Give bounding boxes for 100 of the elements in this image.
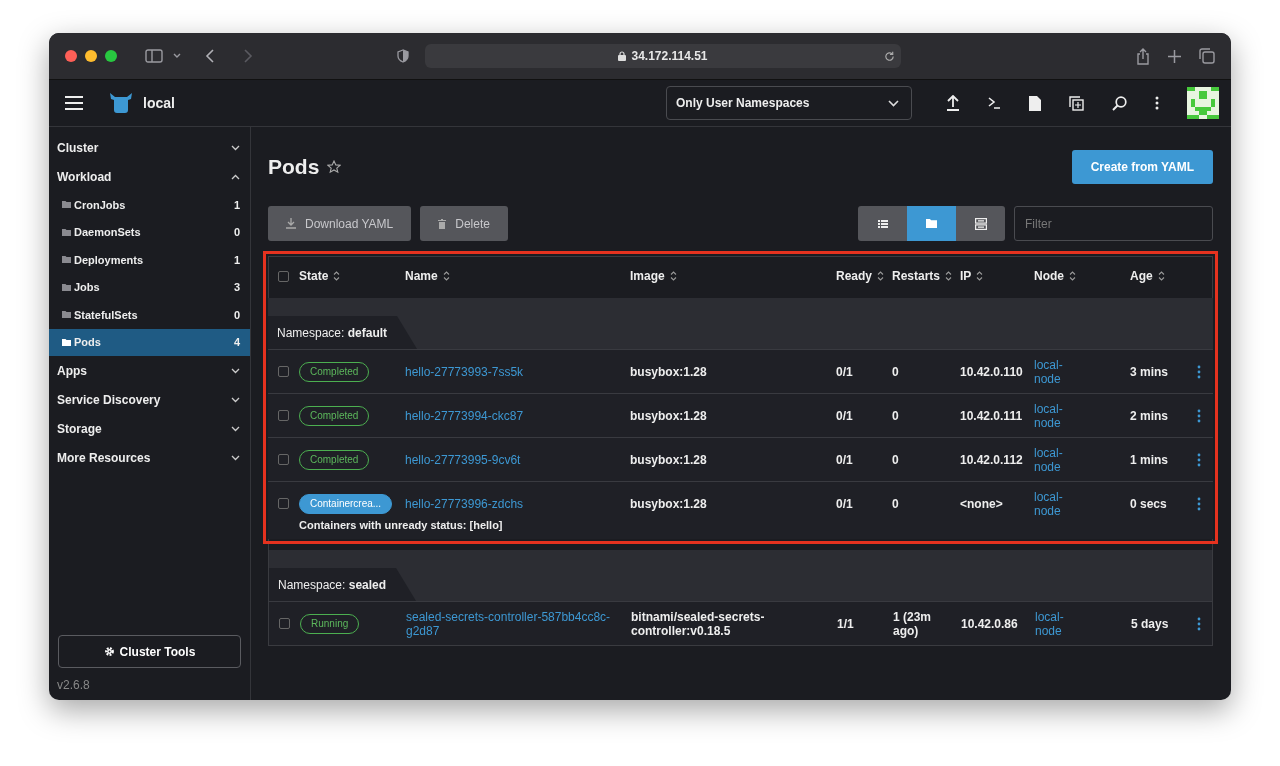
gear-icon [103,646,115,657]
terminal-icon[interactable] [988,97,1001,109]
search-icon[interactable] [1112,95,1127,111]
image-cell-text: busybox:1.28 [630,496,708,511]
state-badge: Containercrea... [299,493,393,514]
row-checkbox[interactable] [279,618,290,629]
column-header[interactable]: Ready [836,269,892,283]
column-header[interactable]: Image [630,269,836,283]
namespace-dropdown[interactable]: Only User Namespaces [666,86,912,120]
minimize-button[interactable] [85,50,97,62]
folder-icon [62,201,71,209]
ip-cell-text: 10.42.0.112 [960,452,1024,467]
pod-name-link[interactable]: hello-27773996-zdchs [405,496,524,511]
column-header[interactable]: Name [405,269,630,283]
trash-icon [438,218,447,229]
select-all-checkbox[interactable] [278,270,289,282]
node-link[interactable]: local-node [1034,445,1078,474]
folder-icon [62,311,71,319]
filter-field[interactable]: Filter [1014,206,1213,241]
sort-icon [442,271,450,281]
sidebar-item[interactable]: DaemonSets 0 [49,218,250,246]
pod-name-link[interactable]: sealed-secrets-controller-587bb4cc8c-g2d87 [406,609,623,638]
folder-icon [62,256,71,264]
shield-icon[interactable] [397,49,409,63]
ip-cell-text: 10.42.0.86 [961,616,1019,631]
cluster-tools-button[interactable]: Cluster Tools [58,635,241,668]
column-header[interactable]: IP [960,269,1034,283]
sidebar-group[interactable]: Storage [49,414,250,443]
star-icon[interactable] [327,160,342,174]
upload-icon[interactable] [946,95,960,111]
chevron-icon [231,367,240,374]
folder-view-button[interactable] [907,206,956,241]
chevron-icon [231,425,240,432]
sidebar-group[interactable]: Apps [49,356,250,385]
pod-name-link[interactable]: hello-27773993-7ss5k [405,364,524,379]
row-checkbox[interactable] [278,366,289,377]
page-title: Pods [268,155,320,179]
folder-icon [62,228,71,236]
reload-icon[interactable] [884,51,895,62]
sort-icon [669,271,677,281]
node-link[interactable]: local-node [1034,357,1078,386]
sidebar-item[interactable]: Pods 4 [49,328,250,356]
row-checkbox[interactable] [278,410,289,421]
download-yaml-button[interactable]: Download YAML [268,206,412,241]
column-header[interactable]: Node [1034,269,1130,283]
rows-view-button[interactable] [956,206,1005,241]
image-cell-text: busybox:1.28 [630,364,708,379]
list-view-button[interactable] [858,206,907,241]
ready-cell-text: 0/1 [836,452,854,467]
tabs-icon[interactable] [1199,48,1215,64]
row-checkbox[interactable] [278,498,289,509]
ready-cell-text: 1/1 [837,616,855,631]
node-link[interactable]: local-node [1034,401,1078,430]
back-icon[interactable] [205,49,215,63]
kebab-menu-icon[interactable] [1155,96,1159,110]
file-icon[interactable] [1029,95,1041,111]
chevron-icon [231,144,240,151]
rows-icon [974,217,987,230]
sidebar-item[interactable]: CronJobs 1 [49,191,250,219]
address-bar[interactable]: 34.172.114.51 [425,44,901,68]
column-header[interactable]: Restarts [892,269,960,283]
sidebar-group[interactable]: Service Discovery [49,385,250,414]
node-link[interactable]: local-node [1035,609,1079,638]
restarts-cell-text: 0 [892,452,900,467]
pod-name-link[interactable]: hello-27773994-ckc87 [405,408,524,423]
node-link[interactable]: local-node [1034,489,1078,518]
sort-icon [877,271,885,281]
chevron-icon [231,173,240,180]
cluster-name: local [143,95,175,111]
sidebar-item[interactable]: Deployments 1 [49,246,250,274]
sidebar-item[interactable]: Jobs 3 [49,273,250,301]
sidebar-group[interactable]: Workload [49,162,250,191]
download-icon [286,218,296,229]
delete-button[interactable]: Delete [420,206,508,241]
ip-cell-text: <none> [960,496,1004,511]
plus-icon[interactable] [1168,49,1181,63]
column-header[interactable]: State [299,269,405,283]
folder-icon [62,283,71,291]
close-button[interactable] [65,50,77,62]
chevron-down-icon[interactable] [173,53,181,59]
sidebar-item[interactable]: StatefulSets 0 [49,301,250,329]
ready-cell-text: 0/1 [836,408,854,423]
restarts-cell-text: 0 [892,408,900,423]
sort-icon [945,271,953,281]
menu-icon[interactable] [65,96,83,110]
restarts-cell-text: 0 [892,364,900,379]
sidebar-group[interactable]: Cluster [49,133,250,162]
copy-icon[interactable] [1069,95,1084,111]
zoom-button[interactable] [105,50,117,62]
row-checkbox[interactable] [278,454,289,465]
list-icon [877,219,888,228]
share-icon[interactable] [1136,47,1150,65]
sidebar-toggle-icon[interactable] [145,49,163,63]
age-cell-text: 3 mins [1130,364,1169,379]
sidebar-group[interactable]: More Resources [49,443,250,472]
sort-icon [1069,271,1076,281]
column-header[interactable]: Age [1130,269,1185,283]
pod-name-link[interactable]: hello-27773995-9cv6t [405,452,521,467]
chevron-icon [231,396,240,403]
age-cell-text: 0 secs [1130,496,1168,511]
